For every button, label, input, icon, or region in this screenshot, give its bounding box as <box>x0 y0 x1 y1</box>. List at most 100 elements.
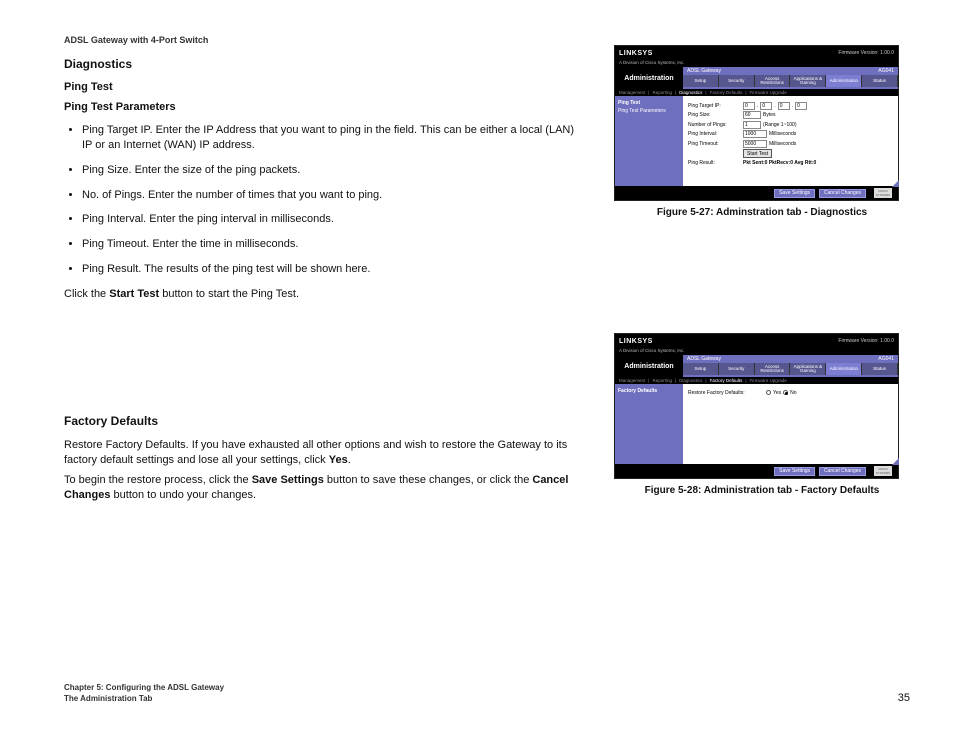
radio-yes[interactable] <box>766 390 771 395</box>
start-test-instruction: Click the Start Test button to start the… <box>64 287 584 302</box>
model-label: AG041 <box>878 356 894 362</box>
tab-administration[interactable]: Administration <box>826 363 862 375</box>
factory-paragraph-1: Restore Factory Defaults. If you have ex… <box>64 438 584 468</box>
tab-access[interactable]: Access Restrictions <box>755 75 791 87</box>
text: button to start the Ping Test. <box>159 288 299 300</box>
tab-security[interactable]: Security <box>719 75 755 87</box>
section-title: Administration <box>615 355 683 377</box>
division-text: A Division of Cisco Systems, Inc. <box>615 60 898 67</box>
unit-bytes: Bytes <box>763 112 776 118</box>
list-item: Ping Interval. Enter the ping interval i… <box>82 212 584 227</box>
save-settings-button[interactable]: Save Settings <box>774 467 815 476</box>
label-target-ip: Ping Target IP: <box>688 103 743 109</box>
radio-no[interactable] <box>783 390 788 395</box>
unit-ms: Milliseconds <box>769 131 796 137</box>
main-tabs: Setup Security Access Restrictions Appli… <box>683 75 898 87</box>
subnav-item[interactable]: Reporting <box>652 90 672 95</box>
diagnostics-heading: Diagnostics <box>64 57 584 71</box>
sub-nav: Management| Reporting| Diagnostics| Fact… <box>615 89 898 96</box>
list-item: Ping Target IP. Enter the IP Address tha… <box>82 123 584 153</box>
gateway-label: ADSL Gateway <box>687 356 721 362</box>
text: Click the <box>64 288 109 300</box>
range-hint: (Range 1~100) <box>763 122 797 128</box>
label-ping-result: Ping Result: <box>688 160 743 166</box>
subnav-item[interactable]: Management <box>619 378 645 383</box>
side-title: Factory Defaults <box>618 388 680 394</box>
list-item: Ping Timeout. Enter the time in millisec… <box>82 237 584 252</box>
cancel-changes-button[interactable]: Cancel Changes <box>819 467 866 476</box>
main-tabs: Setup Security Access Restrictions Appli… <box>683 363 898 375</box>
cancel-changes-button[interactable]: Cancel Changes <box>819 189 866 198</box>
text: Restore Factory Defaults. If you have ex… <box>64 439 567 466</box>
ip-octet-1[interactable]: 0 <box>743 102 755 110</box>
subnav-item-active[interactable]: Diagnostics <box>679 90 702 95</box>
start-test-button[interactable]: Start Test <box>743 149 772 158</box>
figure-caption-2: Figure 5-28: Administration tab - Factor… <box>614 485 910 496</box>
cisco-logo: CISCO SYSTEMS <box>874 188 892 198</box>
tab-setup[interactable]: Setup <box>683 75 719 87</box>
text: button to save these changes, or click t… <box>324 474 533 486</box>
ping-param-list: Ping Target IP. Enter the IP Address tha… <box>64 123 584 277</box>
text: . <box>348 454 351 466</box>
ping-test-heading: Ping Test <box>64 81 584 93</box>
ip-octet-3[interactable]: 0 <box>778 102 790 110</box>
list-item: Ping Size. Enter the size of the ping pa… <box>82 163 584 178</box>
ping-size-input[interactable]: 60 <box>743 111 761 119</box>
list-item: No. of Pings. Enter the number of times … <box>82 188 584 203</box>
product-header: ADSL Gateway with 4-Port Switch <box>64 35 584 45</box>
factory-paragraph-2: To begin the restore process, click the … <box>64 473 584 503</box>
radio-yes-label: Yes <box>773 390 781 396</box>
model-label: AG041 <box>878 68 894 74</box>
page-number: 35 <box>898 692 910 704</box>
tab-security[interactable]: Security <box>719 363 755 375</box>
subnav-item[interactable]: Firmware Upgrade <box>750 90 787 95</box>
label-num-pings: Number of Pings: <box>688 122 743 128</box>
subnav-item[interactable]: Management <box>619 90 645 95</box>
firmware-version: Firmware Version: 1.00.0 <box>838 338 894 344</box>
label-restore-defaults: Restore Factory Defaults: <box>688 390 766 396</box>
tab-access[interactable]: Access Restrictions <box>755 363 791 375</box>
radio-no-label: No <box>790 390 796 396</box>
side-subtitle: Ping Test Parameters <box>618 108 680 114</box>
screenshot-diagnostics: LINKSYS Firmware Version: 1.00.0 A Divis… <box>614 45 899 201</box>
ip-octet-2[interactable]: 0 <box>760 102 772 110</box>
ping-params-heading: Ping Test Parameters <box>64 101 584 113</box>
ping-result-value: Pkt Sent:0 PktRecv:0 Avg Rtt:0 <box>743 160 816 166</box>
tab-apps[interactable]: Applications & Gaming <box>790 75 826 87</box>
firmware-version: Firmware Version: 1.00.0 <box>838 50 894 56</box>
cisco-logo: CISCO SYSTEMS <box>874 466 892 476</box>
text: button to undo your changes. <box>110 489 256 501</box>
subnav-item[interactable]: Diagnostics <box>679 378 702 383</box>
subnav-item[interactable]: Factory Defaults <box>710 90 743 95</box>
text: To begin the restore process, click the <box>64 474 252 486</box>
tab-status[interactable]: Status <box>862 363 898 375</box>
subnav-item-active[interactable]: Factory Defaults <box>710 378 743 383</box>
screenshot-factory-defaults: LINKSYS Firmware Version: 1.00.0 A Divis… <box>614 333 899 479</box>
factory-defaults-heading: Factory Defaults <box>64 414 584 428</box>
tab-administration[interactable]: Administration <box>826 75 862 87</box>
tab-apps[interactable]: Applications & Gaming <box>790 363 826 375</box>
ip-octet-4[interactable]: 0 <box>795 102 807 110</box>
side-title: Ping Test <box>618 100 680 106</box>
ping-interval-input[interactable]: 1000 <box>743 130 767 138</box>
save-settings-button[interactable]: Save Settings <box>774 189 815 198</box>
save-settings-label: Save Settings <box>252 474 324 486</box>
subnav-item[interactable]: Reporting <box>652 378 672 383</box>
ping-timeout-input[interactable]: 5000 <box>743 140 767 148</box>
num-pings-input[interactable]: 1 <box>743 121 761 129</box>
figure-caption-1: Figure 5-27: Adminstration tab - Diagnos… <box>614 207 910 218</box>
section-title: Administration <box>615 67 683 89</box>
subnav-item[interactable]: Firmware Upgrade <box>750 378 787 383</box>
tab-status[interactable]: Status <box>862 75 898 87</box>
label-ping-timeout: Ping Timeout: <box>688 141 743 147</box>
linksys-logo: LINKSYS <box>619 50 653 57</box>
linksys-logo: LINKSYS <box>619 338 653 345</box>
gateway-label: ADSL Gateway <box>687 68 721 74</box>
tab-setup[interactable]: Setup <box>683 363 719 375</box>
list-item: Ping Result. The results of the ping tes… <box>82 262 584 277</box>
division-text: A Division of Cisco Systems, Inc. <box>615 348 898 355</box>
yes-label: Yes <box>329 454 348 466</box>
label-ping-interval: Ping Interval: <box>688 131 743 137</box>
label-ping-size: Ping Size: <box>688 112 743 118</box>
start-test-label: Start Test <box>109 288 159 300</box>
